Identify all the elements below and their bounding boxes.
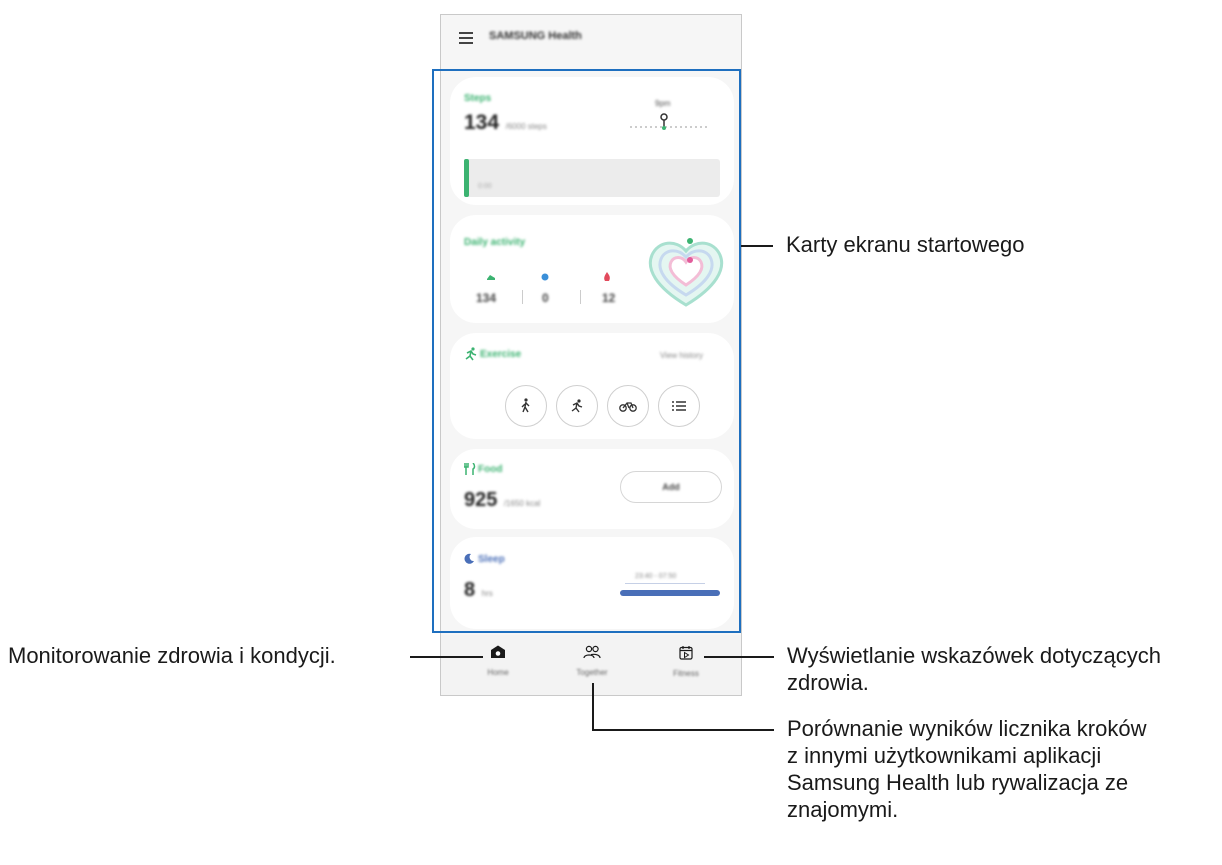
- nav-together[interactable]: Together: [562, 645, 622, 677]
- steps-progress-fill: [464, 159, 469, 197]
- sleep-label: Sleep: [478, 554, 505, 565]
- view-history-link[interactable]: View history: [660, 351, 703, 360]
- moon-icon: [464, 553, 474, 564]
- callout-line-together-vertical: [592, 683, 594, 730]
- add-food-button[interactable]: Add: [620, 471, 722, 503]
- callout-line-fitness: [704, 656, 774, 658]
- callout-line-home: [410, 656, 483, 658]
- callout-cards: Karty ekranu startowego: [786, 232, 1025, 257]
- nav-fitness-label: Fitness: [673, 669, 699, 678]
- walking-icon: [521, 398, 530, 413]
- callout-line-cards: [741, 245, 773, 247]
- bottom-navigation: Home Together Fitness: [441, 635, 741, 695]
- location-pin-icon: [660, 113, 668, 121]
- running-icon: [465, 347, 477, 361]
- callout-together-line4: znajomymi.: [787, 797, 899, 822]
- running-icon: [571, 399, 583, 413]
- menu-icon[interactable]: [459, 32, 473, 44]
- nav-fitness[interactable]: Fitness: [656, 645, 716, 678]
- callout-fitness-line2: zdrowia.: [787, 670, 869, 695]
- steps-progress-track: 0:00: [464, 159, 720, 197]
- callout-line-together-horizontal: [592, 729, 774, 731]
- people-icon: [583, 645, 601, 659]
- bicycle-icon: [619, 402, 637, 412]
- callout-together-line3: Samsung Health lub rywalizacja ze: [787, 770, 1129, 795]
- home-icon: [491, 645, 505, 658]
- walk-button[interactable]: [505, 385, 547, 427]
- flame-icon: [604, 272, 610, 281]
- fitness-video-icon: [679, 646, 693, 660]
- callout-fitness: Wyświetlanie wskazówek dotyczących zdrow…: [787, 642, 1161, 696]
- app-bar: SAMSUNG Health: [441, 15, 741, 67]
- steps-value-group: 134 /6000 steps: [464, 111, 547, 135]
- activity-minutes-value: 0: [542, 291, 549, 305]
- sleep-unit: hrs: [481, 589, 493, 598]
- more-exercises-button[interactable]: [658, 385, 700, 427]
- sleep-bar: [620, 590, 720, 596]
- list-icon: [672, 401, 686, 411]
- steps-unit: /6000 steps: [505, 122, 547, 131]
- callout-together-line1: Porównanie wyników licznika kroków: [787, 716, 1147, 741]
- daily-activity-card[interactable]: Daily activity 134 0 12: [450, 215, 734, 323]
- steps-label: Steps: [464, 93, 492, 104]
- phone-screen: SAMSUNG Health Steps 134 /6000 steps 9pm…: [440, 14, 742, 696]
- steps-time-label: 9pm: [655, 99, 671, 108]
- steps-bar-label: 0:00: [478, 183, 492, 190]
- nav-together-label: Together: [576, 668, 608, 677]
- callout-fitness-line1: Wyświetlanie wskazówek dotyczących: [787, 643, 1161, 668]
- add-food-label: Add: [662, 482, 680, 492]
- divider: [580, 290, 581, 304]
- food-value-group: 925 /1650 kcal: [464, 489, 540, 512]
- sleep-range: 23:40 - 07:50: [635, 573, 677, 580]
- clock-icon: [541, 273, 549, 281]
- callout-together-line2: z innymi użytkownikami aplikacji: [787, 743, 1102, 768]
- nav-home-label: Home: [487, 668, 509, 677]
- steps-card[interactable]: Steps 134 /6000 steps 9pm 0:00: [450, 77, 734, 205]
- nav-home[interactable]: Home: [468, 645, 528, 677]
- activity-heart-icon: [648, 238, 724, 307]
- sleep-value: 8: [464, 579, 476, 601]
- shoe-icon: [487, 275, 495, 280]
- exercise-label: Exercise: [480, 349, 522, 360]
- sleep-value-group: 8 hrs: [464, 579, 493, 602]
- daily-activity-label: Daily activity: [464, 237, 526, 248]
- fork-knife-icon: [464, 463, 476, 475]
- activity-steps-value: 134: [476, 291, 497, 305]
- run-button[interactable]: [556, 385, 598, 427]
- sleep-card[interactable]: Sleep 8 hrs 23:40 - 07:50: [450, 537, 734, 629]
- food-value: 925: [464, 489, 498, 511]
- sleep-range-underline: [625, 583, 705, 584]
- activity-calories-value: 12: [602, 291, 616, 305]
- food-card[interactable]: Food 925 /1650 kcal Add: [450, 449, 734, 529]
- food-unit: /1650 kcal: [503, 499, 541, 508]
- food-label: Food: [478, 464, 503, 475]
- steps-timeline: [630, 113, 708, 130]
- app-title: SAMSUNG Health: [489, 30, 582, 42]
- cycle-button[interactable]: [607, 385, 649, 427]
- exercise-card[interactable]: Exercise View history: [450, 333, 734, 439]
- steps-value: 134: [464, 111, 500, 134]
- callout-home: Monitorowanie zdrowia i kondycji.: [8, 643, 336, 668]
- divider: [522, 290, 523, 304]
- callout-together: Porównanie wyników licznika kroków z inn…: [787, 715, 1146, 823]
